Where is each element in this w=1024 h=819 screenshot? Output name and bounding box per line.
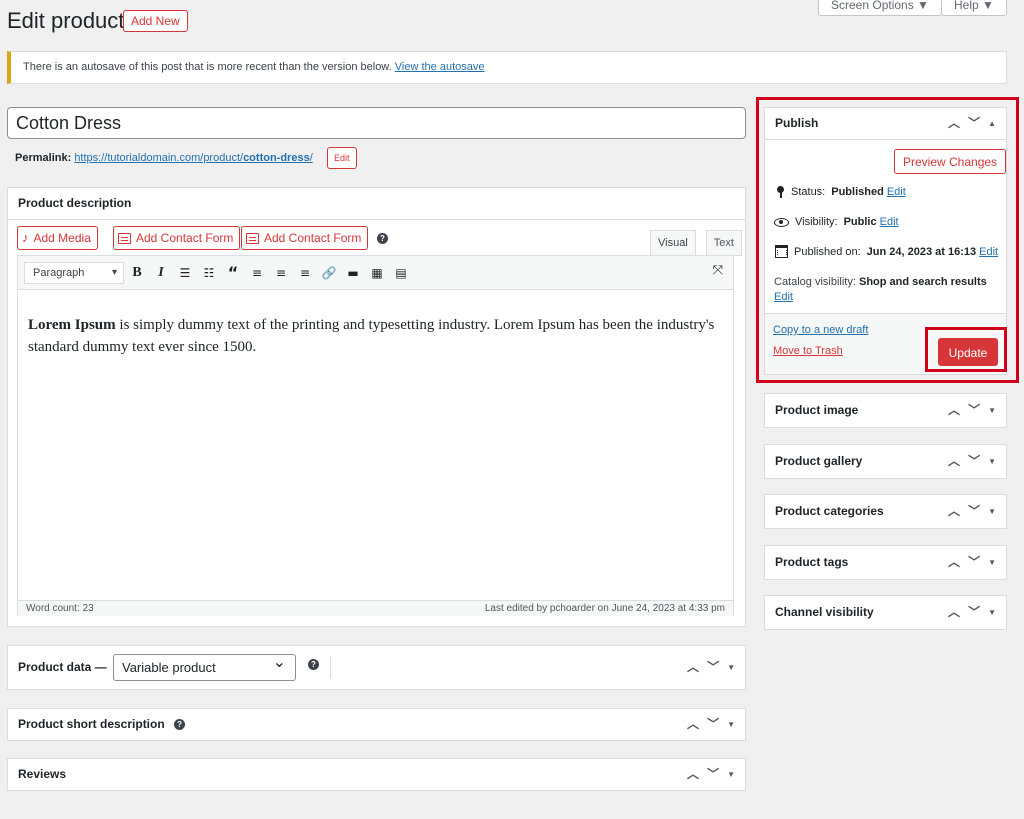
product-tags-box: Product tags ︿ ﹀ ▼: [764, 545, 1007, 580]
chevron-up-icon[interactable]: ︿: [687, 646, 699, 689]
help-icon[interactable]: ?: [174, 719, 186, 731]
chevron-up-icon[interactable]: ︿: [948, 445, 960, 478]
add-new-button[interactable]: Add New: [123, 10, 188, 32]
update-highlight: [925, 327, 1007, 372]
form-embed-icon[interactable]: ▤: [390, 262, 412, 284]
product-description-heading: Product description: [8, 188, 745, 220]
chevron-up-icon[interactable]: ︿: [948, 495, 960, 528]
blockquote-icon[interactable]: “: [222, 262, 244, 284]
chevron-down-icon[interactable]: ﹀: [707, 709, 719, 740]
chevron-down-icon[interactable]: ﹀: [968, 596, 980, 629]
help-button[interactable]: Help ▼: [941, 0, 1007, 16]
product-type-select[interactable]: Variable product: [113, 650, 296, 681]
product-tags-heading: Product tags: [775, 555, 849, 569]
add-contact-form-button-2[interactable]: Add Contact Form: [241, 226, 369, 250]
chevron-down-icon[interactable]: ﹀: [968, 394, 980, 427]
form-icon: [118, 232, 131, 244]
numbered-list-icon[interactable]: ☷: [198, 262, 220, 284]
chevron-up-icon[interactable]: ︿: [948, 394, 960, 427]
bullet-list-icon[interactable]: ☰: [174, 262, 196, 284]
chevron-down-icon[interactable]: ﹀: [707, 759, 719, 790]
toggle-icon[interactable]: ▼: [727, 646, 735, 689]
fullscreen-icon[interactable]: ⤧: [713, 262, 723, 278]
form-icon: [246, 232, 259, 244]
channel-visibility-heading: Channel visibility: [775, 605, 874, 619]
permalink-edit-button[interactable]: Edit: [327, 147, 357, 169]
reviews-heading: Reviews: [18, 767, 67, 781]
product-short-description-box: Product short description ? ︿ ﹀ ▼: [7, 708, 746, 741]
divider: [330, 656, 331, 678]
help-icon[interactable]: ?: [308, 659, 319, 670]
italic-icon[interactable]: I: [150, 262, 172, 284]
editor-toolbar: Paragraph B I ☰ ☷ “ ≡ ≡ ≡ 🔗 ▬ ▦ ▤ ⤧: [18, 256, 733, 290]
reviews-box: Reviews ︿ ﹀ ▼: [7, 758, 746, 791]
chevron-down-icon[interactable]: ﹀: [968, 445, 980, 478]
product-categories-box: Product categories ︿ ﹀ ▼: [764, 494, 1007, 529]
permalink: Permalink: https://tutorialdomain.com/pr…: [15, 151, 313, 165]
toggle-icon[interactable]: ▼: [988, 394, 996, 427]
chevron-down-icon[interactable]: ﹀: [707, 646, 719, 689]
word-count: Word count: 23: [26, 603, 94, 614]
align-center-icon[interactable]: ≡: [270, 262, 292, 284]
tab-text[interactable]: Text: [705, 230, 742, 256]
chevron-up-icon[interactable]: ︿: [948, 546, 960, 579]
product-image-heading: Product image: [775, 403, 859, 417]
chevron-up-icon[interactable]: ︿: [687, 709, 699, 740]
product-data-label: Product data —: [18, 660, 107, 674]
permalink-link[interactable]: https://tutorialdomain.com/product/cotto…: [74, 152, 312, 164]
product-gallery-heading: Product gallery: [775, 454, 863, 468]
chevron-down-icon[interactable]: ﹀: [968, 546, 980, 579]
product-title-input[interactable]: Cotton Dress: [7, 107, 746, 139]
page-title: Edit product: [7, 8, 125, 33]
channel-visibility-box: Channel visibility ︿ ﹀ ▼: [764, 595, 1007, 630]
autosave-notice-text: There is an autosave of this post that i…: [23, 61, 392, 73]
toggle-icon[interactable]: ▼: [988, 445, 996, 478]
media-icon: ♪: [22, 230, 29, 245]
add-media-button[interactable]: ♪ Add Media: [17, 226, 98, 250]
product-categories-heading: Product categories: [775, 504, 884, 518]
align-left-icon[interactable]: ≡: [246, 262, 268, 284]
toggle-icon[interactable]: ▼: [988, 546, 996, 579]
chevron-down-icon[interactable]: ﹀: [968, 495, 980, 528]
editor-statusbar: Word count: 23 Last edited by pchoarder …: [18, 600, 733, 616]
chevron-up-icon[interactable]: ︿: [948, 596, 960, 629]
last-edited: Last edited by pchoarder on June 24, 202…: [484, 603, 725, 614]
autosave-notice: There is an autosave of this post that i…: [7, 51, 1007, 84]
chevron-up-icon[interactable]: ︿: [687, 759, 699, 790]
add-contact-form-button-1[interactable]: Add Contact Form: [113, 226, 241, 250]
permalink-label: Permalink:: [15, 152, 72, 164]
help-icon[interactable]: ?: [377, 233, 388, 244]
short-description-heading: Product short description: [18, 717, 165, 731]
editor-content[interactable]: Lorem Ipsum is simply dummy text of the …: [18, 290, 733, 382]
toolbar-toggle-icon[interactable]: ▦: [366, 262, 388, 284]
bold-icon[interactable]: B: [126, 262, 148, 284]
product-gallery-box: Product gallery ︿ ﹀ ▼: [764, 444, 1007, 479]
toggle-icon[interactable]: ▼: [988, 596, 996, 629]
toggle-icon[interactable]: ▼: [727, 759, 735, 790]
editor: Paragraph B I ☰ ☷ “ ≡ ≡ ≡ 🔗 ▬ ▦ ▤ ⤧ Lore…: [17, 255, 734, 616]
format-select[interactable]: Paragraph: [24, 261, 124, 284]
toggle-icon[interactable]: ▼: [988, 495, 996, 528]
product-image-box: Product image ︿ ﹀ ▼: [764, 393, 1007, 428]
editor-tabs: Visual Text: [650, 230, 742, 256]
screen-options-button[interactable]: Screen Options ▼: [818, 0, 942, 16]
view-autosave-link[interactable]: View the autosave: [395, 61, 485, 73]
toggle-icon[interactable]: ▼: [727, 709, 735, 740]
read-more-icon[interactable]: ▬: [342, 262, 364, 284]
tab-visual[interactable]: Visual: [650, 230, 696, 256]
link-icon[interactable]: 🔗: [318, 262, 340, 284]
product-data-controls: ︿ ﹀ ▼: [687, 646, 735, 689]
align-right-icon[interactable]: ≡: [294, 262, 316, 284]
